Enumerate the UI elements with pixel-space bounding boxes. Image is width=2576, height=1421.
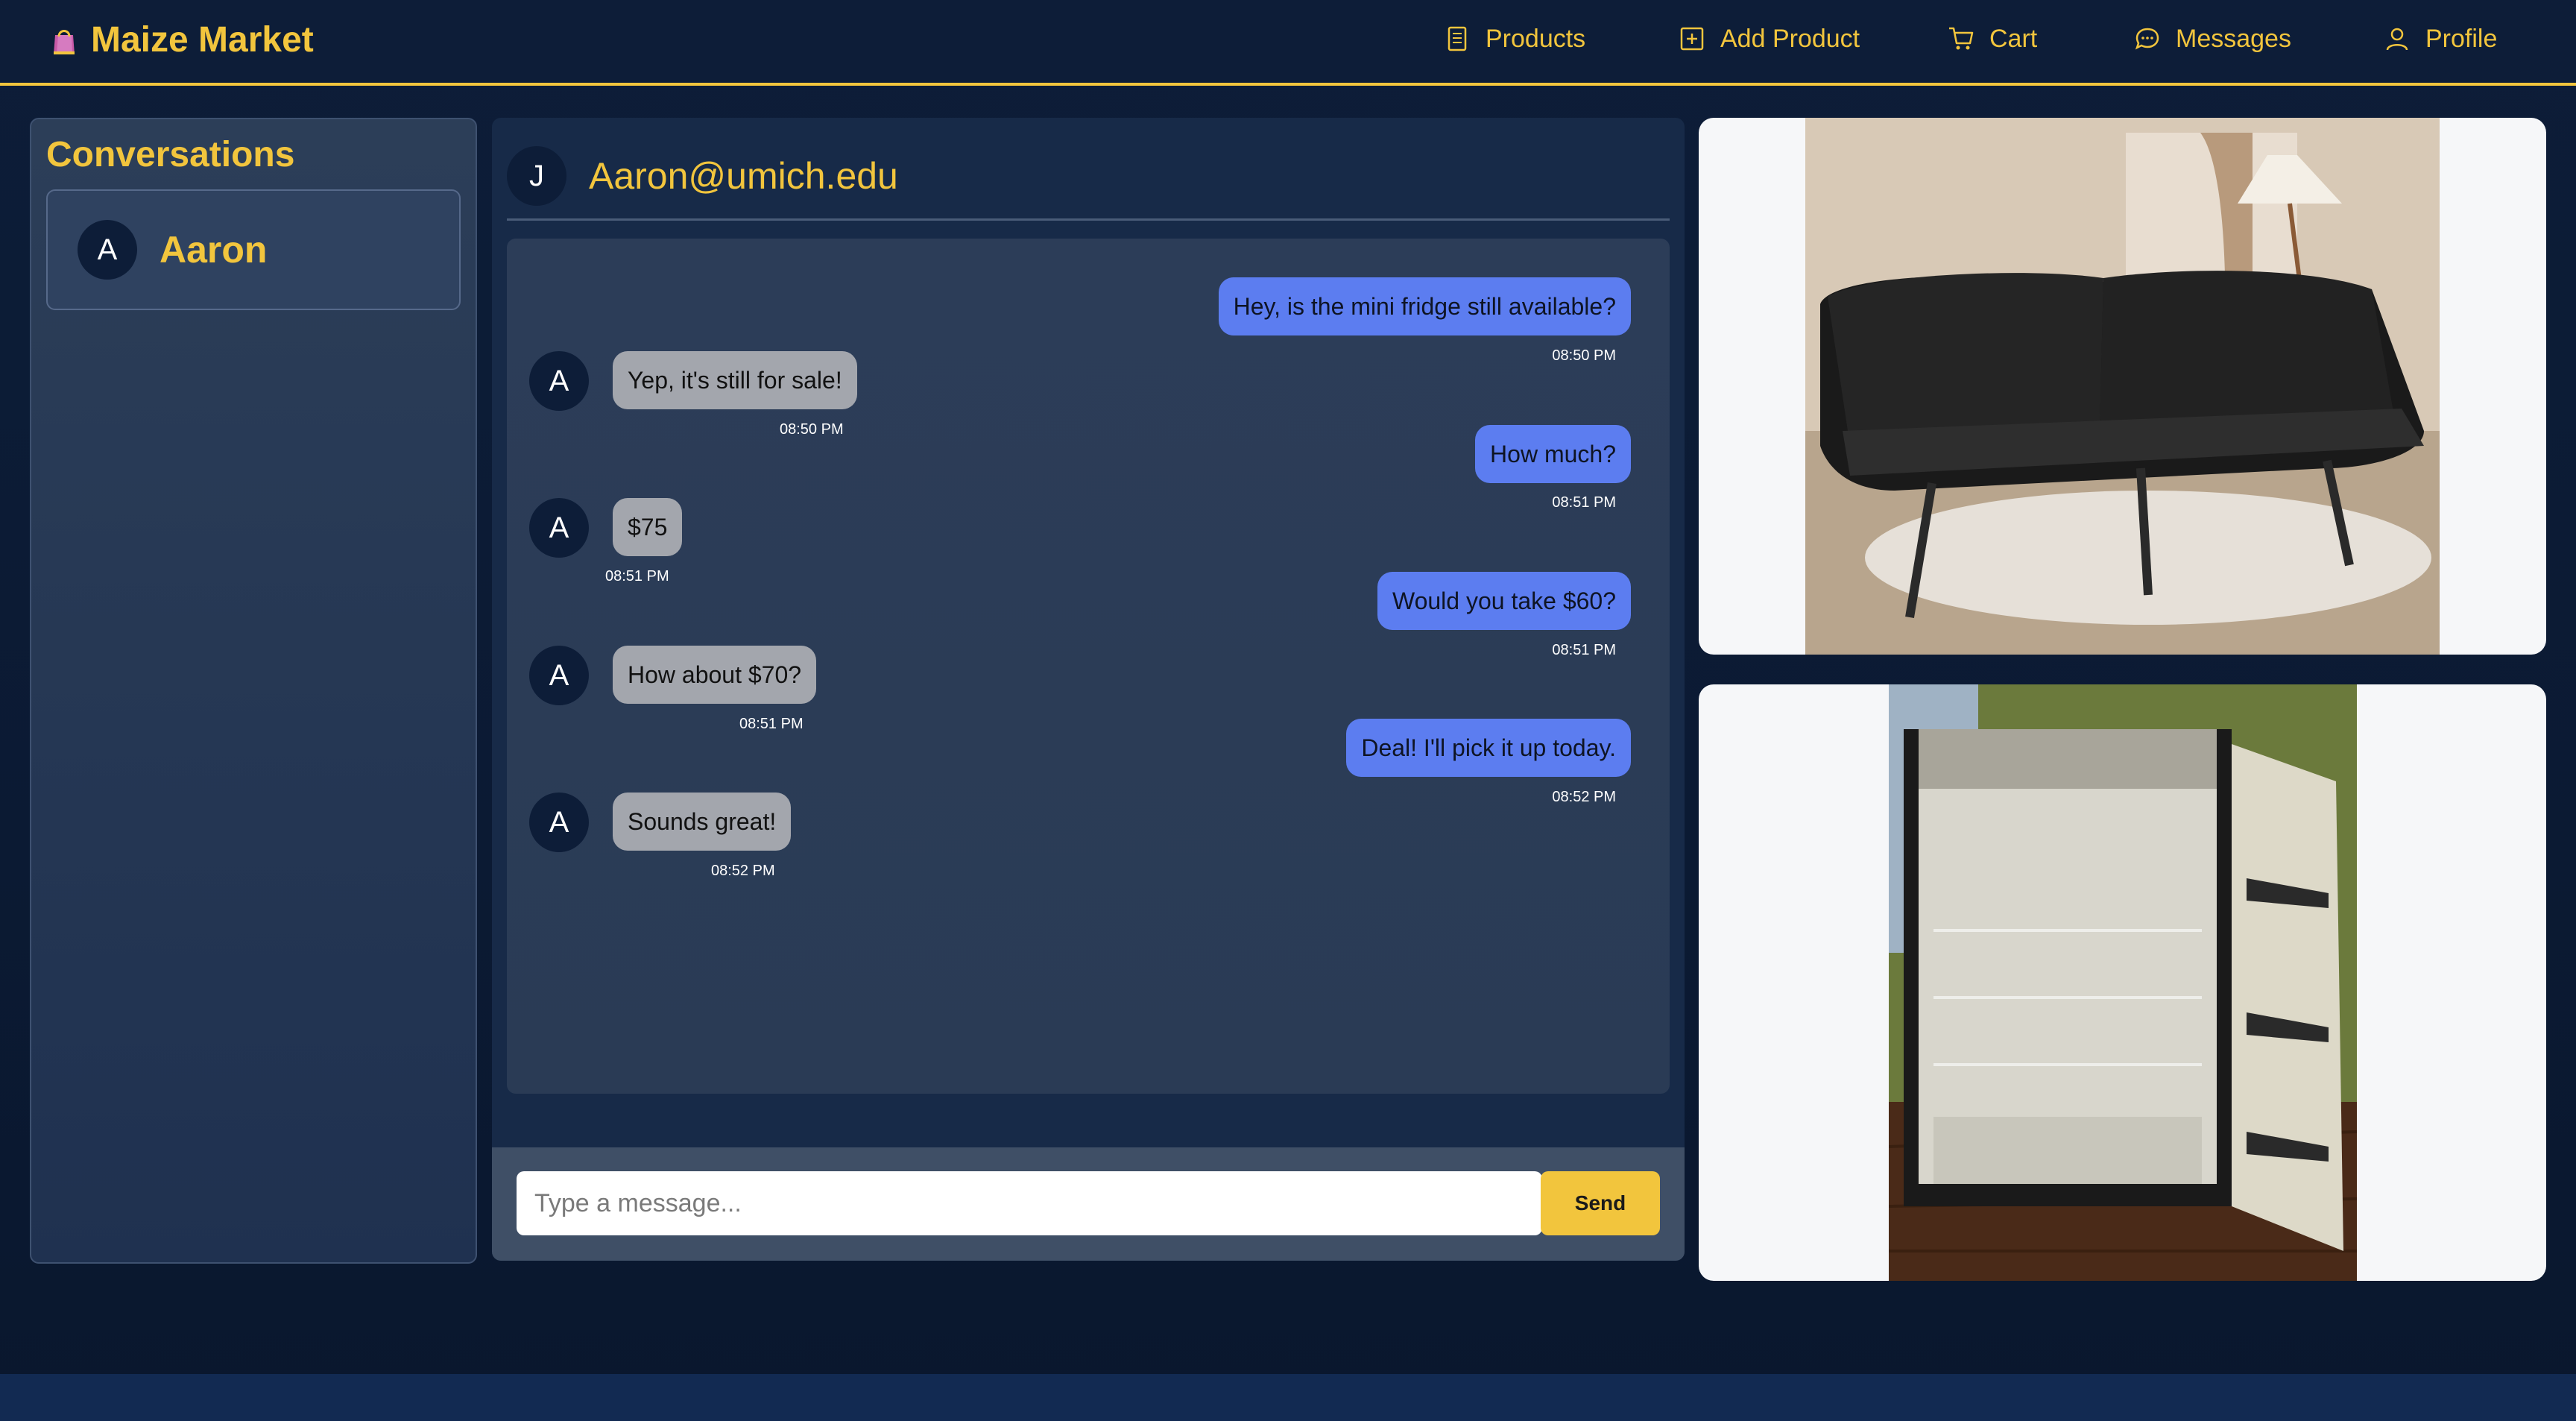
conversations-title: Conversations xyxy=(46,135,295,174)
message-list[interactable]: Hey, is the mini fridge still available?… xyxy=(507,239,1670,1094)
footer xyxy=(0,1374,2576,1421)
shopping-bag-icon xyxy=(54,30,75,54)
sender-avatar: A xyxy=(529,793,589,852)
sender-avatar: A xyxy=(529,351,589,411)
top-navbar: Maize Market Products Add Product Cart M… xyxy=(0,0,2576,86)
chat-panel: J Aaron@umich.edu Hey, is the mini fridg… xyxy=(492,118,1685,1261)
avatar: A xyxy=(78,220,137,280)
user-icon xyxy=(2386,28,2408,51)
incoming-message: Yep, it's still for sale! xyxy=(613,351,857,409)
send-button[interactable]: Send xyxy=(1541,1171,1660,1235)
chat-header: J Aaron@umich.edu xyxy=(507,146,1670,221)
conversation-name: Aaron xyxy=(160,229,268,271)
conversations-panel: Conversations A Aaron xyxy=(30,118,477,1264)
nav-messages[interactable]: Messages xyxy=(2134,19,2291,58)
message-timestamp: 08:50 PM xyxy=(1552,347,1616,364)
message-timestamp: 08:51 PM xyxy=(1552,642,1616,658)
chat-header-name: Aaron@umich.edu xyxy=(589,155,898,197)
message-timestamp: 08:52 PM xyxy=(1552,789,1616,805)
open-mini-fridge-photo xyxy=(1889,684,2357,1281)
nav-profile[interactable]: Profile xyxy=(2384,19,2497,58)
message-timestamp: 08:51 PM xyxy=(605,568,669,585)
conversation-item-aaron[interactable]: A Aaron xyxy=(46,189,461,310)
sender-avatar: A xyxy=(529,646,589,705)
brand-name: Maize Market xyxy=(91,19,314,60)
nav-cart[interactable]: Cart xyxy=(1948,19,2037,58)
outgoing-message: Hey, is the mini fridge still available? xyxy=(1218,277,1631,335)
plus-square-icon xyxy=(1680,27,1704,51)
nav-add-product-label: Add Product xyxy=(1720,24,1860,53)
chat-header-avatar: J xyxy=(507,146,566,206)
product-card-mini-fridge[interactable] xyxy=(1699,684,2546,1281)
cart-icon xyxy=(1949,27,1974,50)
black-leather-futon-sofa-photo xyxy=(1805,118,2440,655)
chat-bubble-icon xyxy=(2135,28,2159,50)
outgoing-message: How much? xyxy=(1475,425,1631,483)
nav-cart-label: Cart xyxy=(1989,24,2038,53)
sender-avatar: A xyxy=(529,498,589,558)
nav-products[interactable]: Products xyxy=(1444,19,1585,58)
message-timestamp: 08:51 PM xyxy=(1552,494,1616,511)
nav-products-label: Products xyxy=(1486,24,1586,53)
nav-profile-label: Profile xyxy=(2425,24,2498,53)
outgoing-message: Would you take $60? xyxy=(1377,572,1631,630)
message-timestamp: 08:50 PM xyxy=(780,421,844,438)
message-input[interactable] xyxy=(517,1171,1542,1235)
incoming-message: $75 xyxy=(613,498,683,556)
nav-add-product[interactable]: Add Product xyxy=(1679,19,1860,58)
message-timestamp: 08:51 PM xyxy=(739,716,804,732)
incoming-message: How about $70? xyxy=(613,646,817,704)
message-timestamp: 08:52 PM xyxy=(711,863,775,879)
document-icon xyxy=(1448,26,1467,51)
message-composer: Send xyxy=(492,1147,1685,1261)
product-card-sofa[interactable] xyxy=(1699,118,2546,655)
brand-logo[interactable]: Maize Market xyxy=(46,16,314,63)
outgoing-message: Deal! I'll pick it up today. xyxy=(1346,719,1631,777)
incoming-message: Sounds great! xyxy=(613,793,792,851)
nav-messages-label: Messages xyxy=(2176,24,2291,53)
